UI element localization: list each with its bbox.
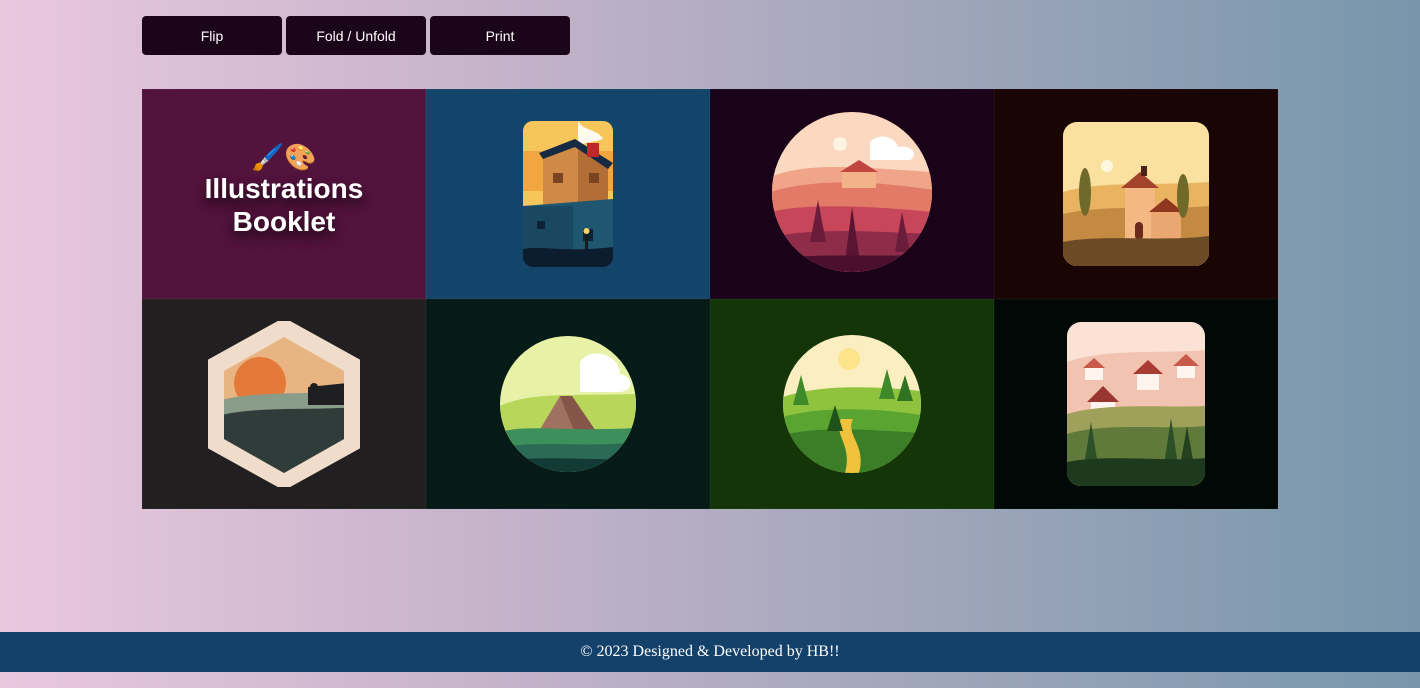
cover-page[interactable]: 🖌️🎨 Illustrations Booklet — [142, 89, 426, 299]
booklet[interactable]: 🖌️🎨 Illustrations Booklet — [142, 89, 1278, 509]
sunset-hills-illustration-page[interactable] — [710, 89, 994, 299]
sunset-hills-illustration — [772, 112, 932, 272]
house-illustration — [523, 121, 613, 267]
village-illustration-page[interactable] — [994, 299, 1278, 509]
fold-unfold-button[interactable]: Fold / Unfold — [286, 16, 426, 55]
tuscan-villa-illustration-page[interactable] — [994, 89, 1278, 299]
footer-credit: © 2023 Designed & Developed by HB!! — [580, 643, 840, 660]
print-button[interactable]: Print — [430, 16, 570, 55]
village-illustration — [1067, 322, 1205, 486]
brush-palette-icon: 🖌️🎨 — [251, 142, 317, 172]
booklet-title-line1: Illustrations — [204, 173, 364, 204]
hexagon-sunset-illustration — [208, 321, 360, 487]
volcano-illustration-page[interactable] — [426, 299, 710, 509]
green-fields-illustration — [783, 335, 921, 473]
booklet-title-line2: Booklet — [232, 206, 336, 237]
volcano-illustration — [500, 336, 636, 472]
hexagon-sunset-illustration-page[interactable] — [142, 299, 426, 509]
booklet-title: Illustrations Booklet — [205, 172, 364, 238]
house-illustration-page[interactable] — [426, 89, 710, 299]
tuscan-villa-illustration — [1063, 122, 1209, 266]
footer: © 2023 Designed & Developed by HB!! — [0, 632, 1420, 672]
toolbar: Flip Fold / Unfold Print — [142, 16, 570, 55]
green-fields-illustration-page[interactable] — [710, 299, 994, 509]
flip-button[interactable]: Flip — [142, 16, 282, 55]
